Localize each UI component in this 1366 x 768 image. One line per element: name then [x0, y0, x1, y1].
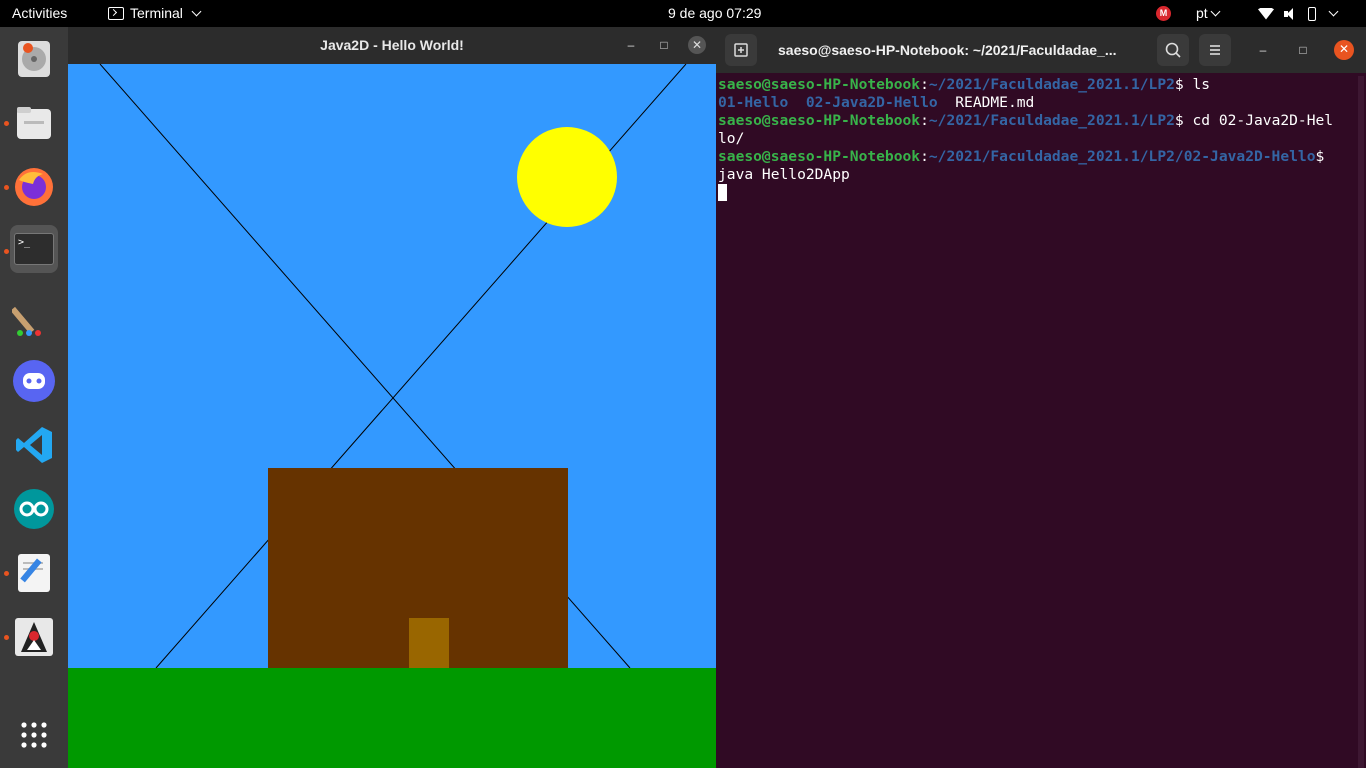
app-menu-label: Terminal: [130, 5, 183, 21]
chevron-down-icon: [191, 6, 202, 17]
battery-icon: [1308, 6, 1316, 21]
volume-icon: [1284, 7, 1298, 20]
terminal-line: java Hello2DApp: [718, 166, 850, 183]
terminal-line: saeso@saeso-HP-Notebook:~/2021/Faculdada…: [718, 148, 1325, 165]
maximize-button[interactable]: □: [655, 36, 673, 54]
minimize-button[interactable]: –: [622, 36, 640, 54]
vscode-icon[interactable]: [10, 421, 58, 469]
terminal-icon[interactable]: >_: [10, 225, 58, 273]
disk-installer-icon[interactable]: [10, 35, 58, 83]
show-applications-icon[interactable]: [10, 711, 58, 759]
java-duke-icon[interactable]: [10, 613, 58, 661]
wifi-icon: [1258, 7, 1274, 20]
close-button[interactable]: ✕: [1334, 40, 1354, 60]
discord-icon[interactable]: [10, 357, 58, 405]
activities-button[interactable]: Activities: [12, 0, 67, 27]
terminal-line: saeso@saeso-HP-Notebook:~/2021/Faculdada…: [718, 112, 1334, 129]
terminal-line: 01-Hello 02-Java2D-Hello README.md: [718, 94, 1035, 111]
maximize-button[interactable]: □: [1294, 41, 1312, 59]
close-button[interactable]: ✕: [688, 36, 706, 54]
window-title: saeso@saeso-HP-Notebook: ~/2021/Faculdad…: [778, 42, 1117, 58]
terminal-icon-label: >_: [14, 233, 54, 265]
terminal-header: saeso@saeso-HP-Notebook: ~/2021/Faculdad…: [716, 27, 1366, 73]
paint-brush-icon[interactable]: [10, 293, 58, 341]
app-menu[interactable]: Terminal: [108, 0, 202, 27]
mega-sync-icon[interactable]: M: [1156, 6, 1171, 21]
text-editor-icon[interactable]: [10, 549, 58, 597]
door: [409, 618, 449, 668]
scrollbar[interactable]: [1358, 76, 1364, 768]
terminal-line: saeso@saeso-HP-Notebook:~/2021/Faculdada…: [718, 76, 1211, 93]
terminal-line: lo/: [718, 130, 745, 147]
terminal-output[interactable]: saeso@saeso-HP-Notebook:~/2021/Faculdada…: [718, 76, 1358, 202]
clock[interactable]: 9 de ago 07:29: [668, 0, 761, 27]
sun: [517, 127, 617, 227]
top-bar: Activities Terminal 9 de ago 07:29 M pt: [0, 0, 1366, 27]
arduino-icon[interactable]: [10, 485, 58, 533]
chevron-down-icon: [1328, 6, 1339, 17]
java2d-window: Java2D - Hello World! – □ ✕: [68, 27, 716, 768]
language-label: pt: [1196, 5, 1208, 21]
chevron-down-icon: [1210, 6, 1221, 17]
language-selector[interactable]: pt: [1196, 0, 1221, 27]
firefox-icon[interactable]: [10, 163, 58, 211]
java2d-canvas: [68, 64, 716, 768]
terminal-line: [718, 184, 1358, 202]
grass: [68, 668, 716, 768]
running-indicator: [4, 249, 9, 254]
hamburger-icon: [1210, 45, 1220, 55]
terminal-window: saeso@saeso-HP-Notebook: ~/2021/Faculdad…: [716, 27, 1366, 768]
menu-button[interactable]: [1199, 34, 1231, 66]
files-icon[interactable]: [10, 99, 58, 147]
dock: >_: [0, 27, 68, 768]
running-indicator: [4, 121, 9, 126]
running-indicator: [4, 185, 9, 190]
search-icon: [1165, 42, 1181, 58]
search-button[interactable]: [1157, 34, 1189, 66]
minimize-button[interactable]: –: [1254, 41, 1272, 59]
running-indicator: [4, 635, 9, 640]
new-tab-button[interactable]: [725, 34, 757, 66]
text-cursor: [718, 184, 727, 201]
system-tray[interactable]: [1258, 0, 1339, 27]
window-title: Java2D - Hello World!: [68, 27, 716, 64]
running-indicator: [4, 571, 9, 576]
terminal-icon: [108, 7, 124, 20]
